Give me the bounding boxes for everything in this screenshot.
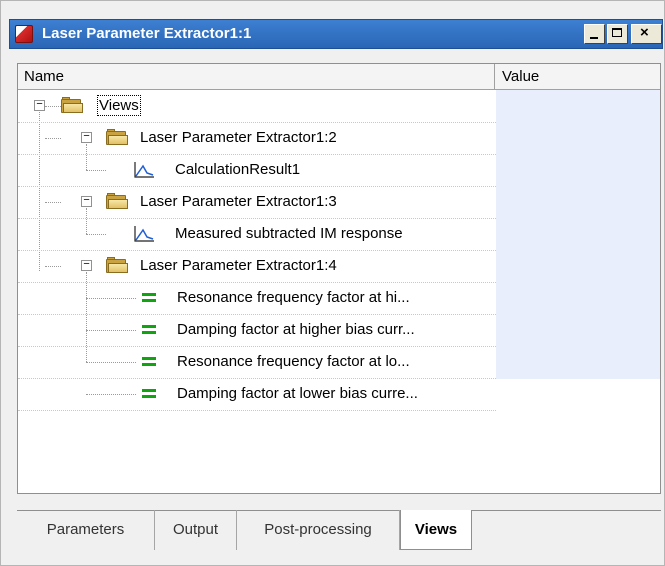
tree-row-label: Damping factor at higher bias curr... xyxy=(177,321,415,338)
tree-row-parameter[interactable]: Damping factor at higher bias curr... xyxy=(18,314,496,347)
tree-row-parameter[interactable]: Damping factor at lower bias curre... xyxy=(18,378,496,411)
folder-icon xyxy=(106,129,128,145)
tree-row-parameter[interactable]: Resonance frequency factor at hi... xyxy=(18,282,496,315)
tree-row-parameter[interactable]: Resonance frequency factor at lo... xyxy=(18,346,496,379)
parameter-icon xyxy=(142,357,156,367)
column-header-value[interactable]: Value xyxy=(496,64,660,89)
tree-row-label: Resonance frequency factor at hi... xyxy=(177,289,410,306)
app-icon xyxy=(15,25,33,43)
tree-row-views[interactable]: − Views xyxy=(18,90,496,123)
tree-row-label: Laser Parameter Extractor1:3 xyxy=(140,193,337,210)
maximize-icon xyxy=(612,28,622,37)
parameter-icon xyxy=(142,325,156,335)
tree-row-label: CalculationResult1 xyxy=(175,161,301,178)
tree-row-label: Resonance frequency factor at lo... xyxy=(177,353,410,370)
tree-row-folder[interactable]: − Laser Parameter Extractor1:3 xyxy=(18,186,496,219)
window-title: Laser Parameter Extractor1:1 xyxy=(42,25,252,42)
tree-row-graph[interactable]: Measured subtracted IM response xyxy=(18,218,496,251)
graph-icon xyxy=(134,162,154,178)
value-column xyxy=(496,90,660,379)
laser-parameter-extractor-window: Laser Parameter Extractor1:1 × Name Valu… xyxy=(0,0,665,566)
close-button[interactable]: × xyxy=(631,24,662,44)
folder-icon xyxy=(106,257,128,273)
bottom-tab-bar: Parameters Output Post-processing Views xyxy=(17,510,661,550)
collapse-toggle[interactable]: − xyxy=(81,196,92,207)
close-icon: × xyxy=(640,24,649,41)
parameter-icon xyxy=(142,389,156,399)
tree-row-graph[interactable]: CalculationResult1 xyxy=(18,154,496,187)
tree-row-label: Damping factor at lower bias curre... xyxy=(177,385,418,402)
tree-row-folder[interactable]: − Laser Parameter Extractor1:2 xyxy=(18,122,496,155)
tree-row-label: Views xyxy=(97,95,141,116)
grid-header: Name Value xyxy=(18,64,660,90)
folder-icon xyxy=(61,97,83,113)
folder-icon xyxy=(106,193,128,209)
maximize-button[interactable] xyxy=(607,24,628,44)
parameter-icon xyxy=(142,293,156,303)
collapse-toggle[interactable]: − xyxy=(34,100,45,111)
column-header-name[interactable]: Name xyxy=(18,64,495,89)
title-bar[interactable]: Laser Parameter Extractor1:1 × xyxy=(9,19,663,49)
tab-post-processing[interactable]: Post-processing xyxy=(237,510,400,550)
graph-icon xyxy=(134,226,154,242)
tree-row-label: Laser Parameter Extractor1:2 xyxy=(140,129,337,146)
collapse-toggle[interactable]: − xyxy=(81,260,92,271)
tab-parameters[interactable]: Parameters xyxy=(17,510,155,550)
views-tree-grid: Name Value − Views − Laser Parameter Ext… xyxy=(17,63,661,494)
tab-output[interactable]: Output xyxy=(155,510,237,550)
minimize-button[interactable] xyxy=(584,24,605,44)
tree-row-folder[interactable]: − Laser Parameter Extractor1:4 xyxy=(18,250,496,283)
tab-views[interactable]: Views xyxy=(400,510,472,550)
tree-row-label: Laser Parameter Extractor1:4 xyxy=(140,257,337,274)
tree-row-label: Measured subtracted IM response xyxy=(175,225,403,242)
minimize-icon xyxy=(590,37,598,39)
collapse-toggle[interactable]: − xyxy=(81,132,92,143)
